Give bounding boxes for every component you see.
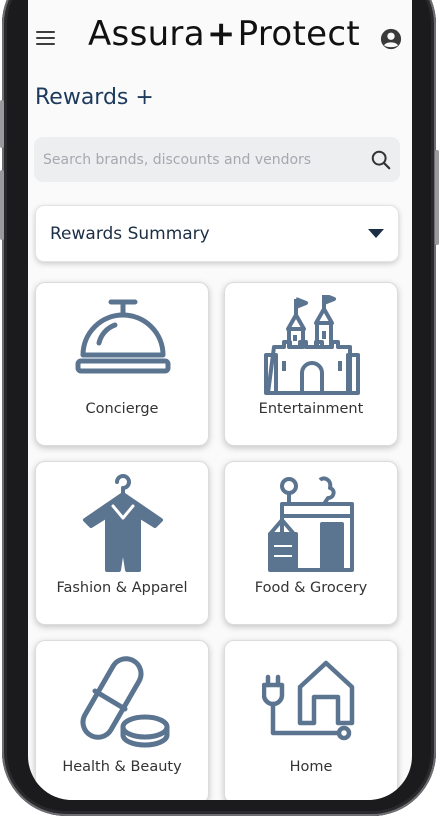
garment-on-hanger-icon [83, 474, 163, 572]
grocery-bag-icon [268, 476, 354, 572]
brand-logo: Assura+Protect [88, 14, 360, 54]
category-label: Concierge [85, 401, 159, 417]
phone-side-button-right [435, 150, 439, 245]
phone-side-button-left [0, 100, 4, 148]
brand-name-right: Protect [237, 14, 360, 54]
category-label: Entertainment [258, 401, 364, 417]
category-tile-entertainment[interactable]: Entertainment [224, 282, 398, 446]
category-tile-food-grocery[interactable]: Food & Grocery [224, 461, 398, 625]
category-tile-health-beauty[interactable]: Health & Beauty [35, 640, 209, 800]
category-tile-fashion-apparel[interactable]: Fashion & Apparel [35, 461, 209, 625]
category-tile-home[interactable]: Home [224, 640, 398, 800]
search-bar [34, 137, 400, 182]
service-bell-icon [75, 299, 171, 374]
house-plug-icon [262, 660, 355, 741]
hamburger-menu-icon[interactable] [36, 31, 55, 45]
pills-icon [80, 656, 170, 748]
search-input[interactable] [34, 137, 354, 182]
page-title: Rewards + [35, 85, 154, 110]
brand-name-left: Assura [88, 14, 205, 54]
brand-plus: + [206, 14, 236, 54]
castle-icon [264, 295, 360, 395]
user-account-icon[interactable] [380, 28, 402, 50]
app-header: Assura+Protect [28, 0, 412, 82]
rewards-summary-dropdown[interactable]: Rewards Summary [35, 205, 399, 262]
search-icon[interactable] [370, 149, 392, 171]
category-tile-concierge[interactable]: Concierge [35, 282, 209, 446]
category-label: Fashion & Apparel [56, 580, 188, 596]
app-screen: Assura+Protect Rewards + Rewards Summary… [28, 0, 412, 800]
dropdown-selected-label: Rewards Summary [50, 224, 210, 244]
category-label: Home [289, 759, 333, 775]
category-label: Food & Grocery [254, 580, 368, 596]
phone-side-button-left-2 [0, 170, 4, 240]
caret-down-icon [368, 229, 384, 238]
category-label: Health & Beauty [62, 759, 182, 775]
